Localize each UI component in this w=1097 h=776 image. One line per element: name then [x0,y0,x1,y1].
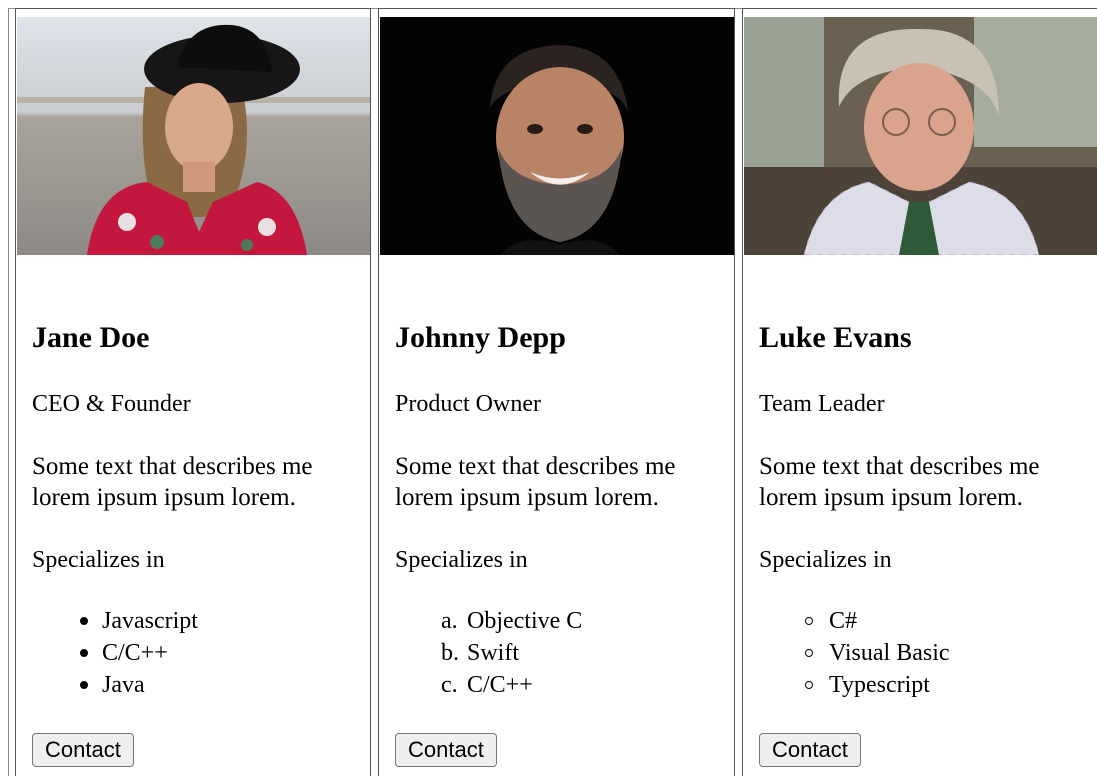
profile-photo [744,17,1097,255]
card-name: Jane Doe [32,321,150,354]
skill-item: Javascript [80,605,198,637]
card-description: Some text that describes me lorem ipsum … [395,453,676,511]
skill-item: C# [805,605,950,637]
card-role: Product Owner [395,391,541,417]
profile-card-luke-evans: Luke Evans Team Leader Some text that de… [742,8,1097,776]
specializes-label: Specializes in [32,547,165,573]
contact-button[interactable]: Contact [395,733,497,767]
older-man-with-tie-photo [744,17,1097,255]
list-marker: c. [441,672,458,698]
contact-button[interactable]: Contact [759,733,861,767]
list-marker: a. [441,608,458,634]
woman-in-black-hat-photo [17,17,370,255]
list-marker: b. [441,640,459,666]
skills-list: C# Visual Basic Typescript [805,605,950,701]
card-description: Some text that describes me lorem ipsum … [32,453,313,511]
skill-item: a. Objective C [441,605,582,637]
specializes-label: Specializes in [759,547,892,573]
profile-photo [380,17,734,255]
profile-photo [17,17,370,255]
card-name: Johnny Depp [395,321,566,354]
skill-item: Java [80,669,198,701]
card-name: Luke Evans [759,321,912,354]
card-role: CEO & Founder [32,391,191,417]
skill-item: C/C++ [80,637,198,669]
skill-item: Visual Basic [805,637,950,669]
skill-label: Swift [467,640,520,666]
skills-list: a. Objective C b. Swift c. C/C++ [441,605,582,701]
specializes-label: Specializes in [395,547,528,573]
skill-item: Typescript [805,669,950,701]
profile-card-johnny-depp: Johnny Depp Product Owner Some text that… [378,8,735,776]
skill-item: c. C/C++ [441,669,582,701]
smiling-bearded-man-photo [380,17,734,255]
profile-card-jane-doe: Jane Doe CEO & Founder Some text that de… [15,8,371,776]
skills-list: Javascript C/C++ Java [80,605,198,701]
skill-label: C/C++ [467,672,533,698]
card-description: Some text that describes me lorem ipsum … [759,453,1040,511]
card-role: Team Leader [759,391,885,417]
skill-item: b. Swift [441,637,582,669]
contact-button[interactable]: Contact [32,733,134,767]
skill-label: Objective C [467,608,583,634]
